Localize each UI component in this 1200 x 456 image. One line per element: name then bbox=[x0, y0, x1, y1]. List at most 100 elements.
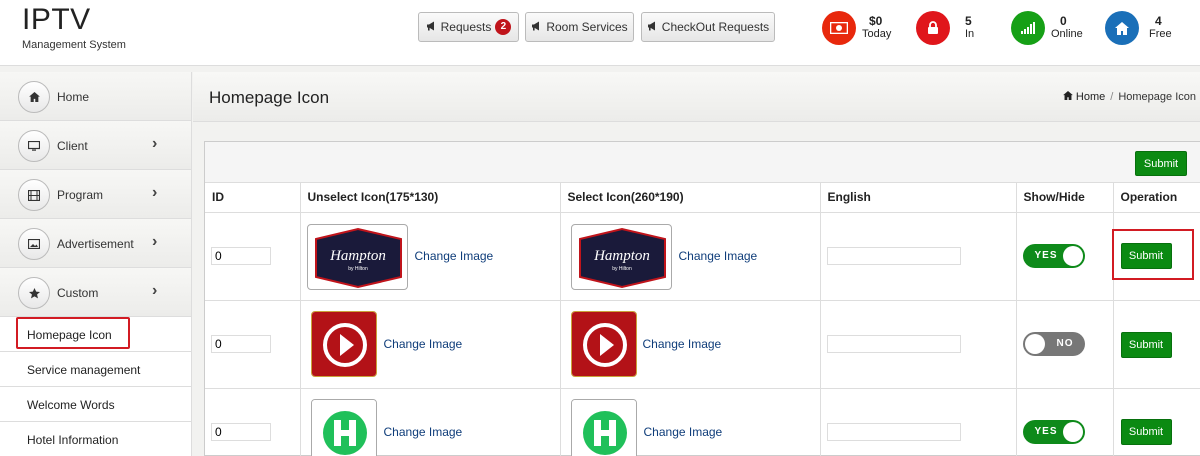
monitor-icon bbox=[18, 130, 50, 162]
english-cell bbox=[820, 300, 1017, 389]
show-hide-toggle[interactable]: YES bbox=[1022, 243, 1085, 268]
sidebar-item-label: Advertisement bbox=[57, 237, 134, 251]
icon-panel: Submit ID Unselect Icon(175*130) Select … bbox=[204, 141, 1200, 456]
submit-row-button[interactable]: Submit bbox=[1120, 418, 1172, 445]
change-image-link[interactable]: Change Image bbox=[415, 249, 494, 263]
signal-icon bbox=[1011, 11, 1045, 45]
chevron-right-icon: › bbox=[152, 135, 158, 152]
breadcrumb: Home / Homepage Icon bbox=[1063, 91, 1196, 103]
room-services-label: Room Services bbox=[546, 20, 628, 34]
requests-label: Requests bbox=[440, 20, 492, 34]
panel-toolbar: Submit bbox=[205, 142, 1200, 183]
requests-button[interactable]: Requests 2 bbox=[418, 12, 519, 42]
unselect-icon-cell: Hampton by Hilton Change Image bbox=[300, 212, 561, 301]
megaphone-icon bbox=[647, 21, 658, 34]
col-header-operation: Operation bbox=[1113, 183, 1200, 213]
hampton-logo: Hampton by Hilton bbox=[306, 223, 408, 290]
room-services-button[interactable]: Room Services bbox=[525, 12, 634, 42]
toggle-knob bbox=[1062, 245, 1083, 266]
sidebar: Home Client › Program › Advertisement › … bbox=[0, 72, 192, 456]
table-row: Change Image Change Image NO bbox=[205, 300, 1200, 389]
subitem-hotel-information[interactable]: Hotel Information bbox=[0, 422, 191, 456]
select-icon-cell: Change Image bbox=[560, 300, 821, 389]
picture-icon bbox=[18, 228, 50, 260]
english-input[interactable] bbox=[826, 246, 961, 265]
submit-row-button[interactable]: Submit bbox=[1120, 242, 1172, 269]
play-icon bbox=[570, 310, 637, 377]
toggle-label: YES bbox=[1034, 249, 1058, 261]
operation-cell: Submit bbox=[1113, 212, 1200, 301]
sidebar-item-program[interactable]: Program › bbox=[0, 170, 191, 219]
home-icon bbox=[18, 81, 50, 113]
brand-subtitle: Management System bbox=[22, 39, 126, 51]
change-image-link[interactable]: Change Image bbox=[679, 249, 758, 263]
show-hide-cell: NO bbox=[1016, 300, 1114, 389]
stat-today: $0 Today bbox=[822, 11, 902, 47]
subitem-homepage-icon[interactable]: Homepage Icon bbox=[0, 317, 191, 352]
checkout-requests-label: CheckOut Requests bbox=[661, 20, 770, 34]
col-header-english: English bbox=[820, 183, 1017, 213]
change-image-link[interactable]: Change Image bbox=[644, 425, 723, 439]
operation-cell: Submit bbox=[1113, 300, 1200, 389]
show-hide-toggle[interactable]: NO bbox=[1022, 331, 1085, 356]
chevron-right-icon: › bbox=[152, 282, 158, 299]
change-image-link[interactable]: Change Image bbox=[643, 337, 722, 351]
hampton-logo: Hampton by Hilton bbox=[570, 223, 672, 290]
subitem-welcome-words[interactable]: Welcome Words bbox=[0, 387, 191, 422]
id-input[interactable] bbox=[211, 422, 271, 441]
english-input[interactable] bbox=[826, 334, 961, 353]
stat-free-label: Free bbox=[1149, 28, 1172, 40]
stat-today-label: Today bbox=[862, 28, 892, 40]
chevron-right-icon: › bbox=[152, 233, 158, 250]
show-hide-toggle[interactable]: YES bbox=[1022, 419, 1085, 444]
unselect-icon-cell: Change Image bbox=[300, 388, 561, 456]
toggle-label: NO bbox=[1056, 337, 1074, 349]
sidebar-item-advertisement[interactable]: Advertisement › bbox=[0, 219, 191, 268]
checkout-requests-button[interactable]: CheckOut Requests bbox=[641, 12, 775, 42]
lock-icon bbox=[916, 11, 950, 45]
subitem-service-management[interactable]: Service management bbox=[0, 352, 191, 387]
brand: IPTV Management System bbox=[22, 4, 126, 52]
sidebar-item-label: Program bbox=[57, 188, 104, 202]
col-header-select-icon: Select Icon(260*190) bbox=[560, 183, 821, 213]
subitem-label: Service management bbox=[27, 363, 141, 377]
sidebar-item-home[interactable]: Home bbox=[0, 72, 191, 121]
star-icon bbox=[18, 277, 50, 309]
sidebar-item-client[interactable]: Client › bbox=[0, 121, 191, 170]
stat-today-value: $0 bbox=[869, 14, 883, 28]
sidebar-item-label: Home bbox=[57, 90, 90, 104]
table-row: Change Image Change Image YES bbox=[205, 388, 1200, 456]
sidebar-item-label: Custom bbox=[57, 286, 99, 300]
megaphone-icon bbox=[531, 21, 542, 34]
id-input[interactable] bbox=[211, 246, 271, 265]
id-cell bbox=[205, 212, 301, 301]
breadcrumb-current: Homepage Icon bbox=[1118, 91, 1196, 103]
stat-in: 5 In bbox=[916, 11, 986, 47]
subitem-label: Homepage Icon bbox=[27, 328, 112, 342]
money-icon bbox=[822, 11, 856, 45]
change-image-link[interactable]: Change Image bbox=[384, 337, 463, 351]
show-hide-cell: YES bbox=[1016, 388, 1114, 456]
select-icon-cell: Change Image bbox=[560, 388, 821, 456]
col-header-unselect-icon: Unselect Icon(175*130) bbox=[300, 183, 561, 213]
breadcrumb-home-link[interactable]: Home bbox=[1076, 91, 1105, 103]
icon-table: ID Unselect Icon(175*130) Select Icon(26… bbox=[205, 183, 1200, 456]
svg-text:by Hilton: by Hilton bbox=[612, 266, 632, 272]
id-input[interactable] bbox=[211, 334, 271, 353]
submit-all-button[interactable]: Submit bbox=[1135, 151, 1187, 176]
change-image-link[interactable]: Change Image bbox=[384, 425, 463, 439]
stat-online: 0 Online bbox=[1011, 11, 1091, 47]
stat-online-label: Online bbox=[1051, 28, 1083, 40]
stat-in-value: 5 bbox=[965, 14, 972, 28]
play-icon bbox=[310, 310, 377, 377]
english-input[interactable] bbox=[826, 422, 961, 441]
stat-online-value: 0 bbox=[1060, 14, 1067, 28]
subitem-label: Hotel Information bbox=[27, 433, 119, 447]
submit-row-button[interactable]: Submit bbox=[1120, 331, 1172, 358]
sidebar-item-custom[interactable]: Custom › bbox=[0, 268, 191, 317]
page-title: Homepage Icon bbox=[209, 88, 330, 107]
show-hide-cell: YES bbox=[1016, 212, 1114, 301]
megaphone-icon bbox=[426, 21, 437, 34]
table-row: Hampton by Hilton Change Image Hampton by … bbox=[205, 212, 1200, 301]
top-header: IPTV Management System Requests 2 Room S… bbox=[0, 0, 1200, 66]
